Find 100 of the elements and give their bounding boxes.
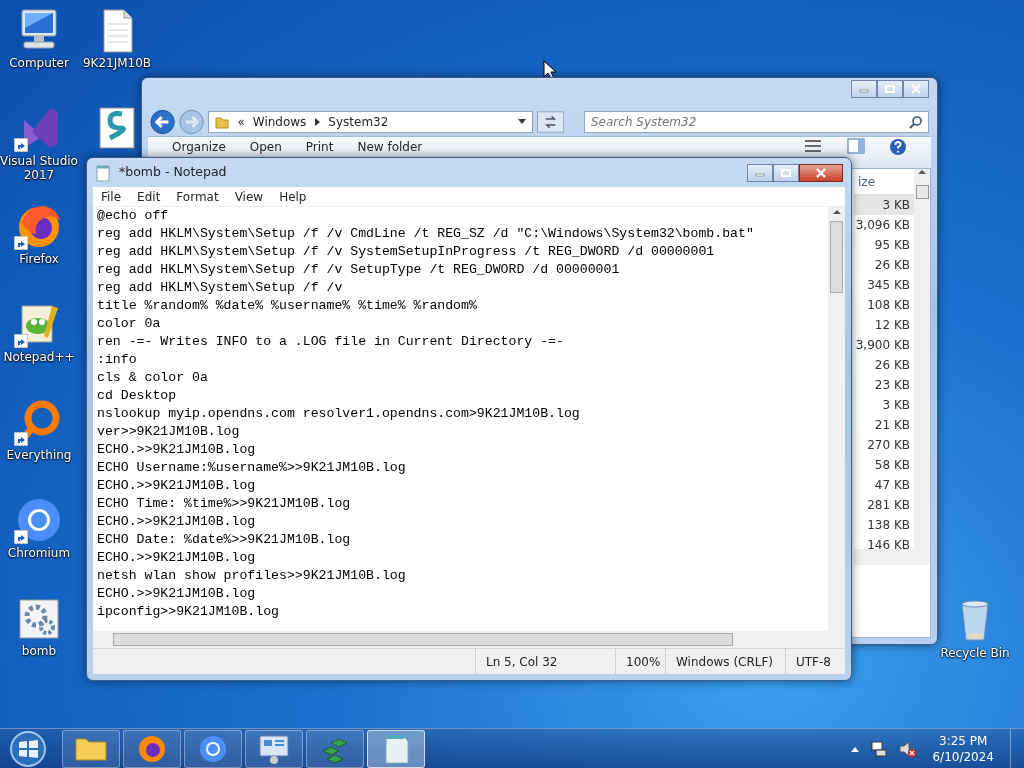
icon-label[interactable]: bomb bbox=[21, 644, 57, 658]
code-line: ECHO Time: %time%>>9K21JM10B.log bbox=[97, 495, 352, 513]
code-line: :info bbox=[97, 351, 138, 369]
icon-label[interactable]: Visual Studio 2017 bbox=[0, 154, 78, 182]
breadcrumb-item[interactable]: System32 bbox=[328, 113, 389, 131]
scrollbar-thumb[interactable] bbox=[915, 185, 929, 199]
icon-label[interactable]: Computer bbox=[9, 56, 69, 70]
code-line: reg add HKLM\System\Setup /f /v SystemSetupInProgress /t REG_DWORD /d 00000001 bbox=[97, 243, 716, 261]
close-icon bbox=[910, 84, 922, 94]
notepad-icon bbox=[95, 163, 111, 182]
scrollbar-thumb[interactable] bbox=[113, 633, 733, 646]
scroll-up-icon[interactable] bbox=[832, 207, 841, 217]
clock-time: 3:25 PM bbox=[939, 732, 988, 749]
file-size: 95 KB bbox=[873, 237, 911, 254]
file-size: 58 KB bbox=[873, 457, 911, 474]
toolbar-button[interactable]: Organize bbox=[172, 138, 226, 156]
shortcut-arrow-icon bbox=[14, 530, 28, 544]
address-bar[interactable]: « Windows System32 bbox=[208, 111, 533, 133]
file-size: 21 KB bbox=[873, 417, 911, 434]
icon-label[interactable]: Everything bbox=[6, 448, 72, 462]
view-icon[interactable] bbox=[803, 138, 823, 154]
minimize-button[interactable] bbox=[747, 163, 773, 182]
file-size: 47 KB bbox=[873, 477, 911, 494]
taskbar-button[interactable] bbox=[62, 729, 120, 768]
toolbar-button[interactable]: Open bbox=[249, 138, 282, 156]
status-text: 100% bbox=[615, 649, 665, 674]
code-line: reg add HKLM\System\Setup /f /v bbox=[97, 279, 344, 297]
file-size: 3,900 KB bbox=[854, 337, 911, 354]
icon-label[interactable]: Recycle Bin bbox=[940, 646, 1010, 660]
search-icon bbox=[909, 115, 923, 129]
horizontal-scrollbar[interactable] bbox=[854, 549, 930, 565]
help-icon[interactable] bbox=[889, 138, 907, 156]
search-field[interactable]: Search System32 bbox=[584, 111, 929, 133]
code-line: cd Desktop bbox=[97, 387, 178, 405]
icon-label[interactable]: Firefox bbox=[19, 252, 59, 266]
maximize-button[interactable] bbox=[773, 163, 799, 182]
clock-date: 6/10/2024 bbox=[932, 748, 994, 765]
code-line: ECHO Username:%username%>>9K21JM10B.log bbox=[97, 459, 407, 477]
shortcut-arrow-icon bbox=[14, 334, 28, 348]
shortcut-arrow-icon bbox=[14, 236, 28, 250]
status-text: Ln 5, Col 32 bbox=[475, 649, 615, 674]
code-line: ECHO.>>9K21JM10B.log bbox=[97, 477, 257, 495]
icon-label[interactable]: Chromium bbox=[7, 546, 71, 560]
file-size: 3 KB bbox=[881, 397, 911, 414]
toolbar-button[interactable]: Print bbox=[305, 138, 334, 156]
scrollbar[interactable] bbox=[828, 207, 845, 631]
menu-item[interactable]: View bbox=[234, 187, 264, 206]
icon-label[interactable]: 9K21JM10B bbox=[82, 56, 152, 70]
taskbar-button[interactable] bbox=[184, 729, 242, 768]
menu-item[interactable]: Format bbox=[176, 187, 219, 206]
code-line: ren -=- Writes INFO to a .LOG file in Current Directory -=- bbox=[97, 333, 565, 351]
code-line: color 0a bbox=[97, 315, 162, 333]
code-line: nslookup myip.opendns.com resolver1.opendns.com>9K21JM10B.log bbox=[97, 405, 581, 423]
code-line: netsh wlan show profiles>>9K21JM10B.log bbox=[97, 567, 407, 585]
scrollbar[interactable] bbox=[914, 169, 930, 549]
code-line: ECHO.>>9K21JM10B.log bbox=[97, 441, 257, 459]
toolbar-button[interactable]: New folder bbox=[357, 138, 423, 156]
back-button[interactable] bbox=[150, 109, 176, 135]
file-size: 270 KB bbox=[866, 437, 911, 454]
maximize-icon bbox=[885, 85, 895, 93]
file-size: 3 KB bbox=[854, 195, 914, 215]
file-size: 345 KB bbox=[866, 277, 911, 294]
taskbar-button[interactable] bbox=[123, 729, 181, 768]
taskbar-button[interactable] bbox=[306, 729, 364, 768]
close-button[interactable] bbox=[799, 163, 843, 182]
file-size: 26 KB bbox=[873, 257, 911, 274]
scrollbar-thumb[interactable] bbox=[830, 221, 843, 293]
code-line: ECHO.>>9K21JM10B.log bbox=[97, 513, 257, 531]
network-icon[interactable] bbox=[870, 739, 889, 758]
breadcrumb-overflow[interactable]: « bbox=[237, 113, 245, 131]
horizontal-scrollbar[interactable] bbox=[93, 631, 845, 648]
code-line: reg add HKLM\System\Setup /f /v SetupType /t REG_DWORD /d 00000001 bbox=[97, 261, 621, 279]
muted-speaker-icon[interactable] bbox=[898, 739, 917, 758]
shortcut-arrow-icon bbox=[14, 432, 28, 446]
minimize-button[interactable] bbox=[851, 80, 877, 98]
code-line: @echo off bbox=[97, 207, 170, 225]
code-line: ipconfig>>9K21JM10B.log bbox=[97, 603, 281, 621]
status-text: Windows (CRLF) bbox=[665, 649, 785, 674]
file-size: 108 KB bbox=[866, 297, 911, 314]
maximize-icon bbox=[781, 168, 791, 177]
maximize-button[interactable] bbox=[877, 80, 903, 98]
code-line: title %random% %date% %username% %time% %random% bbox=[97, 297, 478, 315]
file-size: 138 KB bbox=[866, 517, 911, 534]
close-icon bbox=[815, 167, 827, 178]
shortcut-arrow-icon bbox=[14, 138, 28, 152]
folder-icon bbox=[215, 115, 230, 129]
clock[interactable]: 3:25 PM 6/10/2024 bbox=[932, 732, 994, 765]
file-size: 146 KB bbox=[866, 537, 911, 549]
taskbar-button[interactable] bbox=[367, 729, 425, 768]
icon-label[interactable]: Notepad++ bbox=[3, 350, 75, 364]
dropdown-icon[interactable] bbox=[517, 119, 526, 125]
menu-item[interactable]: Help bbox=[279, 187, 307, 206]
refresh-button[interactable] bbox=[536, 111, 564, 133]
file-size: 12 KB bbox=[873, 317, 911, 334]
breadcrumb-item[interactable]: Windows bbox=[252, 113, 307, 131]
menu-item[interactable]: Edit bbox=[137, 187, 161, 206]
code-line: ECHO.>>9K21JM10B.log bbox=[97, 585, 257, 603]
menu-item[interactable]: File bbox=[101, 187, 122, 206]
taskbar-button[interactable] bbox=[245, 729, 303, 768]
code-line: ECHO.>>9K21JM10B.log bbox=[97, 549, 257, 567]
